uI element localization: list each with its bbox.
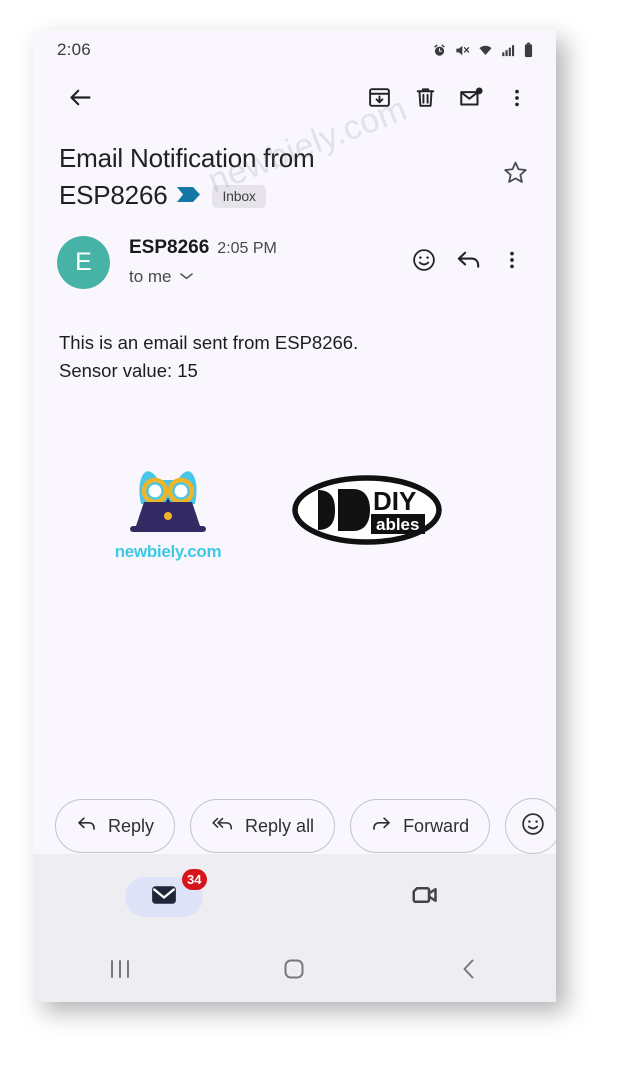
sender-action-group xyxy=(402,240,534,284)
mark-unread-button[interactable] xyxy=(448,77,494,123)
phone-screen: 2:06 Email Notification from ESP8266 Inb… xyxy=(33,30,556,1002)
app-toolbar xyxy=(33,70,556,130)
newbiely-logo-caption: newbiely.com xyxy=(114,542,222,562)
mute-icon xyxy=(454,43,470,58)
screenshot-canvas: 2:06 Email Notification from ESP8266 Inb… xyxy=(0,0,623,1072)
newbiely-owl-laptop-icon xyxy=(108,458,228,538)
recents-icon xyxy=(107,958,133,985)
newbiely-logo: newbiely.com xyxy=(99,458,237,562)
diyables-sub-text: ables xyxy=(376,515,419,534)
body-line-2: Sensor value: 15 xyxy=(59,360,198,382)
diyables-logo: DIY ables xyxy=(291,474,443,546)
battery-icon xyxy=(523,42,534,58)
bottom-navigation: 34 xyxy=(33,854,556,940)
reply-arrow-icon xyxy=(455,246,482,278)
add-reaction-button[interactable] xyxy=(402,240,446,284)
signal-icon xyxy=(501,43,516,58)
reply-all-button[interactable]: Reply all xyxy=(190,799,336,853)
recents-button[interactable] xyxy=(33,958,207,985)
nav-tab-meet[interactable] xyxy=(295,854,557,940)
star-button[interactable] xyxy=(492,152,538,198)
chevron-down-icon xyxy=(179,268,194,286)
avatar[interactable]: E xyxy=(57,235,110,289)
alarm-icon xyxy=(432,43,447,58)
label-chip-inbox[interactable]: Inbox xyxy=(212,184,266,208)
wifi-icon xyxy=(477,43,494,58)
overflow-menu-button[interactable] xyxy=(494,77,540,123)
forward-arrow-icon xyxy=(371,813,392,839)
important-marker-icon[interactable] xyxy=(176,177,203,214)
status-icon-group xyxy=(432,42,534,58)
mail-unread-badge: 34 xyxy=(181,869,207,890)
more-vertical-icon xyxy=(506,87,528,114)
email-action-buttons: Reply Reply all Forward xyxy=(33,798,556,854)
mark-unread-icon xyxy=(458,85,484,116)
email-images: newbiely.com DIY ables xyxy=(33,386,556,562)
back-chevron-icon xyxy=(458,957,480,986)
back-button[interactable] xyxy=(57,77,103,123)
subject-line-1: Email Notification from xyxy=(59,143,315,173)
archive-button[interactable] xyxy=(356,77,402,123)
trash-icon xyxy=(413,85,438,115)
reply-all-button-label: Reply all xyxy=(245,815,315,836)
diyables-main-text: DIY xyxy=(373,486,416,516)
reply-arrow-icon xyxy=(76,813,97,839)
body-line-1: This is an email sent from ESP8266. xyxy=(59,331,359,353)
forward-button-label: Forward xyxy=(403,815,470,836)
reply-icon-button[interactable] xyxy=(446,240,490,284)
delete-button[interactable] xyxy=(402,77,448,123)
home-icon xyxy=(282,957,306,986)
status-clock: 2:06 xyxy=(57,40,91,59)
subject-text: Email Notification from ESP8266 Inbox xyxy=(59,140,492,214)
reply-button-label: Reply xyxy=(108,815,155,836)
archive-icon xyxy=(367,85,392,115)
subject-line-2-row: ESP8266 Inbox xyxy=(59,177,492,214)
reply-all-arrow-icon xyxy=(211,813,234,839)
email-timestamp: 2:05 PM xyxy=(217,240,277,258)
mail-tab-indicator: 34 xyxy=(124,869,207,917)
mail-icon xyxy=(149,880,179,915)
sender-line-1: ESP8266 2:05 PM xyxy=(129,237,402,259)
sender-meta: ESP8266 2:05 PM to me xyxy=(129,237,402,287)
emoji-icon xyxy=(411,247,437,278)
home-button[interactable] xyxy=(207,957,381,986)
message-overflow-button[interactable] xyxy=(490,240,534,284)
video-camera-icon xyxy=(410,880,440,915)
nav-tab-mail[interactable]: 34 xyxy=(33,854,295,940)
star-outline-icon xyxy=(502,159,529,191)
sender-row: E ESP8266 2:05 PM to me xyxy=(33,214,556,289)
email-body: This is an email sent from ESP8266. Sens… xyxy=(33,289,556,386)
back-button-nav[interactable] xyxy=(382,957,556,986)
add-reaction-pill-button[interactable] xyxy=(505,798,556,854)
subject-line-2: ESP8266 xyxy=(59,179,168,210)
android-navigation-bar xyxy=(33,940,556,1002)
forward-button[interactable]: Forward xyxy=(350,799,491,853)
reply-button[interactable]: Reply xyxy=(55,799,176,853)
back-arrow-icon xyxy=(67,84,94,116)
recipient-row[interactable]: to me xyxy=(129,267,402,287)
emoji-icon xyxy=(520,811,546,842)
status-bar: 2:06 xyxy=(33,30,556,70)
more-vertical-icon xyxy=(501,249,523,276)
sender-name[interactable]: ESP8266 xyxy=(129,237,209,259)
subject-section: Email Notification from ESP8266 Inbox xyxy=(33,130,556,214)
recipient-label: to me xyxy=(129,267,172,287)
